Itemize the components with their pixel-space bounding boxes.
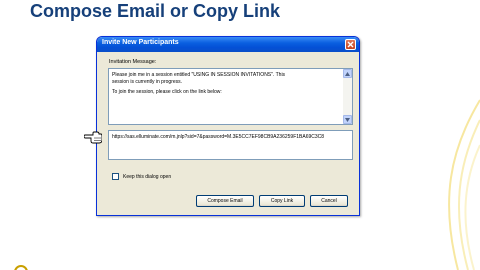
message-line-1: Please join me in a session entitled "US… bbox=[112, 72, 286, 78]
invite-dialog: Invite New Participants Invitation Messa… bbox=[96, 36, 360, 216]
compose-email-button[interactable]: Compose Email bbox=[196, 195, 254, 207]
dialog-title: Invite New Participants bbox=[102, 39, 179, 46]
keep-open-row[interactable]: Keep this dialog open bbox=[112, 173, 171, 180]
scroll-down-button[interactable] bbox=[343, 115, 352, 124]
scroll-down-arrow-icon bbox=[345, 117, 350, 122]
message-scrollbar[interactable] bbox=[343, 69, 352, 124]
scroll-up-button[interactable] bbox=[343, 69, 352, 78]
pointing-hand-icon bbox=[84, 131, 102, 144]
close-icon bbox=[347, 41, 354, 48]
keep-open-checkbox[interactable] bbox=[112, 173, 119, 180]
slide-title: Compose Email or Copy Link bbox=[30, 1, 281, 21]
invitation-message-textarea[interactable]: Please join me in a session entitled "US… bbox=[108, 68, 353, 125]
message-line-2: session is currently in progress. bbox=[112, 79, 183, 85]
dialog-titlebar[interactable]: Invite New Participants bbox=[97, 37, 359, 52]
close-button[interactable] bbox=[345, 39, 356, 50]
copy-link-button[interactable]: Copy Link bbox=[259, 195, 305, 207]
cancel-button[interactable]: Cancel bbox=[310, 195, 348, 207]
dialog-body: Invitation Message: Please join me in a … bbox=[101, 56, 355, 211]
scroll-up-arrow-icon bbox=[345, 71, 350, 76]
session-link-field[interactable]: https://sas.elluminate.com/m.jnlp?sid=7&… bbox=[108, 130, 353, 160]
message-line-3: To join the session, please click on the… bbox=[112, 89, 222, 95]
session-link-text: https://sas.elluminate.com/m.jnlp?sid=7&… bbox=[112, 134, 325, 140]
invitation-message-label: Invitation Message: bbox=[109, 59, 157, 65]
decorative-arcs bbox=[448, 99, 480, 270]
logo-icon bbox=[14, 265, 28, 270]
keep-open-label: Keep this dialog open bbox=[123, 173, 172, 180]
